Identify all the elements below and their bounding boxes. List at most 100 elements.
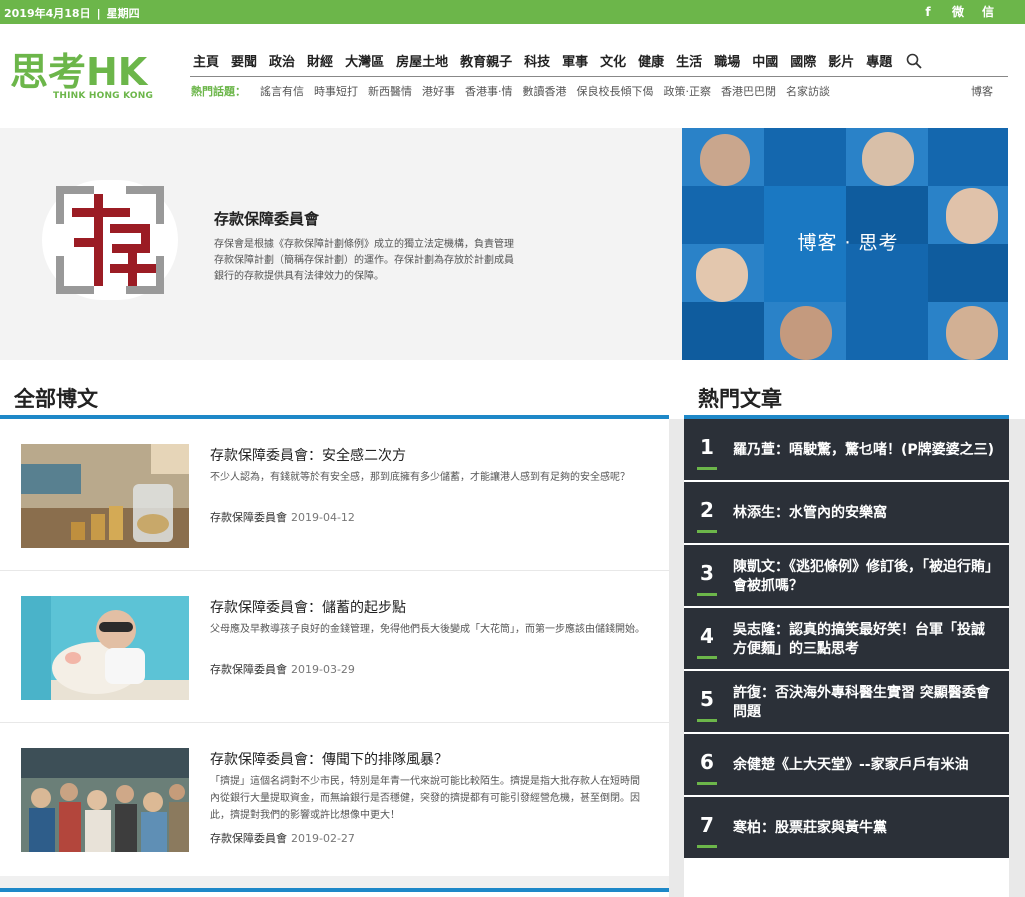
hot-article-item[interactable]: 1 羅乃萱：唔駛驚，驚乜啫！(P牌婆婆之三) (684, 419, 1009, 482)
article-date: 2019-04-12 (291, 511, 355, 524)
date-separator: | (96, 7, 101, 20)
next-section-bar (0, 888, 669, 892)
date-display: 2019年4月18日 | 星期四 (4, 5, 140, 21)
nav-features[interactable]: 專題 (866, 51, 892, 70)
rank-underline (697, 845, 717, 848)
hot-article-title[interactable]: 寒柏：股票莊家與黃牛黨 (733, 797, 995, 860)
nav-culture[interactable]: 文化 (600, 51, 626, 70)
article-author[interactable]: 存款保障委員會 (210, 511, 287, 524)
facebook-icon[interactable]: f (919, 3, 937, 21)
nav-china[interactable]: 中國 (752, 51, 778, 70)
article-date: 2019-02-27 (291, 832, 355, 845)
hot-topic-link[interactable]: 政策·正察 (664, 83, 712, 99)
hot-article-rank: 4 (700, 624, 714, 648)
nav-politics[interactable]: 政治 (269, 51, 295, 70)
rank-underline (697, 467, 717, 470)
hot-topic-link[interactable]: 港好事 (422, 83, 455, 99)
author-logo (42, 180, 178, 300)
hot-article-rank: 3 (700, 561, 714, 585)
hot-topic-link[interactable]: 香港事·情 (465, 83, 513, 99)
nav-international[interactable]: 國際 (790, 51, 816, 70)
hot-article-title[interactable]: 吳志隆：認真的搞笑最好笑！台軍「投誠方便麵」的三點思考 (733, 608, 995, 671)
nav-tech[interactable]: 科技 (524, 51, 550, 70)
banner-tile (682, 302, 764, 360)
banner-tile (928, 128, 1008, 186)
blog-banner[interactable]: 博客 · 思考 (682, 128, 1008, 360)
weibo-icon[interactable]: 微 (949, 3, 967, 21)
hot-articles-heading: 熱門文章 (698, 387, 782, 411)
article-meta: 存款保障委員會 2019-03-29 (210, 661, 355, 677)
banner-photo (928, 186, 1008, 244)
nav-military[interactable]: 軍事 (562, 51, 588, 70)
hot-article-item[interactable]: 5 許復：否決海外專科醫生實習 突顯醫委會問題 (684, 671, 1009, 734)
all-posts-heading: 全部博文 (14, 387, 98, 411)
hot-topic-link[interactable]: 香港巴巴閉 (721, 83, 776, 99)
article-author[interactable]: 存款保障委員會 (210, 663, 287, 676)
date-text: 2019年4月18日 (4, 7, 91, 20)
banner-tile (682, 186, 764, 244)
social-links: f 微 信 (919, 3, 997, 21)
nav-finance[interactable]: 財經 (307, 51, 333, 70)
site-logo[interactable]: 思考HK THINK HONG KONG (10, 48, 154, 104)
hot-article-title[interactable]: 羅乃萱：唔駛驚，驚乜啫！(P牌婆婆之三) (733, 419, 995, 482)
hot-topic-link[interactable]: 時事短打 (314, 83, 358, 99)
rank-underline (697, 719, 717, 722)
hot-article-item[interactable]: 3 陳凱文：《逃犯條例》修訂後，「被迫行賄」會被抓嗎？ (684, 545, 1009, 608)
site-tagline: THINK HONG KONG (53, 91, 154, 101)
article-thumbnail[interactable] (21, 748, 189, 852)
list-footer-gap (0, 876, 669, 888)
article-title[interactable]: 存款保障委員會：安全感二次方 (210, 445, 406, 465)
hot-article-item[interactable]: 6 余健楚《上大天堂》--家家戶戶有米油 (684, 734, 1009, 797)
nav-housing[interactable]: 房屋土地 (396, 51, 448, 70)
banner-photo (846, 128, 928, 186)
article-excerpt: 父母應及早教導孩子良好的金錢管理，免得他們長大後變成「大花筒」，而第一步應該由儲… (210, 624, 645, 635)
page-right-gutter (1009, 419, 1025, 897)
hot-article-item[interactable]: 4 吳志隆：認真的搞笑最好笑！台軍「投誠方便麵」的三點思考 (684, 608, 1009, 671)
dps-logo-icon (56, 186, 164, 294)
nav-career[interactable]: 職場 (714, 51, 740, 70)
hot-article-item[interactable]: 7 寒柏：股票莊家與黃牛黨 (684, 797, 1009, 860)
nav-education[interactable]: 教育親子 (460, 51, 512, 70)
hot-article-title[interactable]: 許復：否決海外專科醫生實習 突顯醫委會問題 (733, 671, 995, 734)
article-meta: 存款保障委員會 2019-04-12 (210, 509, 355, 525)
hot-topic-link[interactable]: 謠言有信 (260, 83, 304, 99)
top-bar: 2019年4月18日 | 星期四 f 微 信 (0, 0, 1025, 24)
hot-article-title[interactable]: 余健楚《上大天堂》--家家戶戶有米油 (733, 734, 995, 797)
banner-photo (764, 302, 846, 360)
article-title[interactable]: 存款保障委員會：傳聞下的排隊風暴？ (210, 749, 448, 769)
nav-news[interactable]: 要聞 (231, 51, 257, 70)
wechat-icon[interactable]: 信 (979, 3, 997, 21)
hot-article-title[interactable]: 林添生：水管內的安樂窩 (733, 482, 995, 545)
article-excerpt: 「擠提」這個名詞對不少市民，特別是年青一代來說可能比較陌生。擠提是指大批存款人在… (210, 776, 640, 821)
site-logo-wordmark: 思考HK (10, 50, 149, 92)
nav-video[interactable]: 影片 (828, 51, 854, 70)
article-item[interactable]: 存款保障委員會：傳聞下的排隊風暴？ 「擠提」這個名詞對不少市民，特別是年青一代來… (0, 723, 669, 875)
article-list: 存款保障委員會：安全感二次方 不少人認為，有錢就等於有安全感，那到底擁有多少儲蓄… (0, 419, 669, 875)
hot-topic-link[interactable]: 名家訪談 (786, 83, 830, 99)
hot-topic-link[interactable]: 保良校長傾下偈 (577, 83, 654, 99)
hot-article-title[interactable]: 陳凱文：《逃犯條例》修訂後，「被迫行賄」會被抓嗎？ (733, 545, 995, 608)
article-date: 2019-03-29 (291, 663, 355, 676)
banner-tile (928, 244, 1008, 302)
article-author[interactable]: 存款保障委員會 (210, 832, 287, 845)
banner-photo (928, 302, 1008, 360)
nav-greater-bay[interactable]: 大灣區 (345, 51, 384, 70)
article-thumbnail[interactable] (21, 444, 189, 548)
nav-divider (190, 76, 1008, 77)
article-title[interactable]: 存款保障委員會：儲蓄的起步點 (210, 597, 406, 617)
hot-article-item[interactable]: 2 林添生：水管內的安樂窩 (684, 482, 1009, 545)
blog-link[interactable]: 博客 (971, 83, 993, 99)
banner-tile (764, 128, 846, 186)
article-thumbnail[interactable] (21, 596, 189, 700)
article-item[interactable]: 存款保障委員會：安全感二次方 不少人認為，有錢就等於有安全感，那到底擁有多少儲蓄… (0, 419, 669, 571)
hot-topic-link[interactable]: 新西醫情 (368, 83, 412, 99)
nav-life[interactable]: 生活 (676, 51, 702, 70)
hot-topics-bar: 熱門話題： 謠言有信 時事短打 新西醫情 港好事 香港事·情 數讀香港 保良校長… (191, 83, 993, 99)
nav-health[interactable]: 健康 (638, 51, 664, 70)
hot-topic-link[interactable]: 數讀香港 (523, 83, 567, 99)
hot-article-rank: 2 (700, 498, 714, 522)
article-item[interactable]: 存款保障委員會：儲蓄的起步點 父母應及早教導孩子良好的金錢管理，免得他們長大後變… (0, 571, 669, 723)
nav-home[interactable]: 主頁 (193, 51, 219, 70)
banner-photo (682, 128, 764, 186)
search-icon[interactable] (906, 53, 922, 69)
